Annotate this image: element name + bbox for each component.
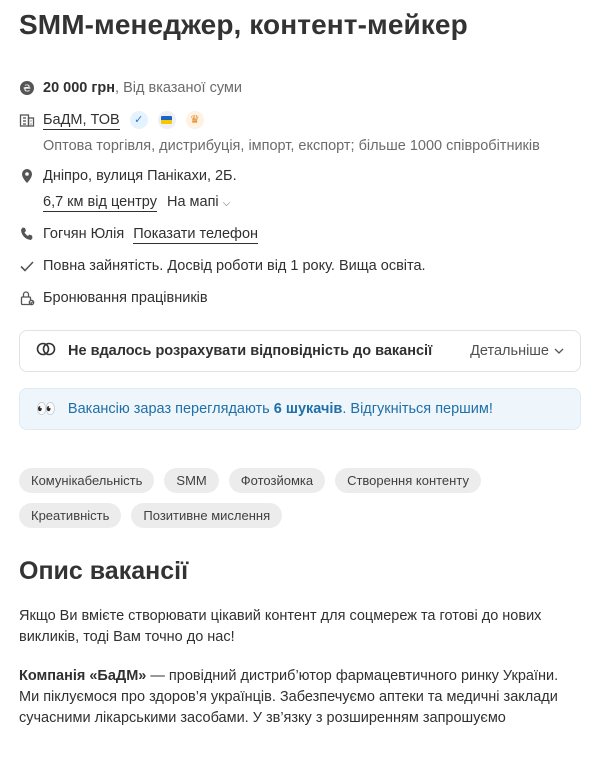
booking-text: Бронювання працівників (43, 290, 208, 306)
check-icon (19, 258, 35, 274)
skill-tag: Позитивне мислення (131, 503, 283, 528)
show-phone-link[interactable]: Показати телефон (133, 226, 259, 244)
booking-row: Бронювання працівників (19, 288, 581, 308)
salary-note: , Від вказаної суми (115, 80, 242, 96)
vacancy-info: ₴ 20 000 грн, Від вказаної суми БаДМ, ТО… (19, 78, 581, 308)
lock-icon (19, 290, 35, 306)
skill-tag: Креативність (19, 503, 122, 528)
skill-tag: SMM (164, 468, 219, 493)
map-label: На мапі (166, 194, 219, 210)
company-description: Оптова торгівля, дистрибуція, імпорт, ек… (43, 138, 540, 154)
conditions-row: Повна зайнятість. Досвід роботи від 1 ро… (19, 256, 581, 276)
match-rings-icon (36, 342, 56, 360)
location-row: Дніпро, вулиця Панікахи, 2Б. (19, 166, 581, 186)
skill-tag: Створення контенту (335, 468, 481, 493)
location-pin-icon (19, 168, 35, 184)
eyes-icon: 👀 (36, 401, 56, 418)
description-body: Якщо Ви вмієте створювати цікавий контен… (19, 606, 581, 729)
chevron-down-icon: ⌵ (222, 198, 231, 209)
viewers-prefix: Вакансію зараз переглядають (67, 401, 274, 417)
skill-tags: Комунікабельність SMM Фотозйомка Створен… (19, 468, 499, 528)
skill-tag: Комунікабельність (19, 468, 155, 493)
viewers-banner: 👀 Вакансію зараз переглядають 6 шукачів.… (19, 388, 581, 430)
company-name-bold: Компанія «БаДМ» (19, 668, 147, 684)
location-links: 6,7 км від центру На мапі ⌵ (43, 192, 581, 214)
contact-row: Гогчян Юлія Показати телефон (19, 224, 581, 244)
salary-amount: 20 000 грн (43, 80, 116, 96)
address-text: Дніпро, вулиця Панікахи, 2Б. (43, 168, 237, 184)
match-panel[interactable]: Не вдалось розрахувати відповідність до … (19, 330, 581, 372)
vacancy-page: SMM-менеджер, контент-мейкер ₴ 20 000 гр… (0, 0, 600, 729)
company-link[interactable]: БаДМ, ТОВ (43, 112, 120, 130)
crown-icon: ♛ (185, 111, 204, 130)
conditions-text: Повна зайнятість. Досвід роботи від 1 ро… (43, 258, 426, 274)
verified-check-icon: ✓ (129, 111, 148, 130)
contact-name: Гогчян Юлія (43, 226, 125, 242)
vacancy-title: SMM-менеджер, контент-мейкер (19, 9, 468, 40)
building-icon (19, 112, 35, 128)
description-heading: Опис вакансії (19, 557, 189, 585)
distance-link[interactable]: 6,7 км від центру (43, 194, 157, 212)
description-paragraph: Компанія «БаДМ» — провідний дистриб’ютор… (19, 666, 581, 729)
skill-tag: Фотозйомка (228, 468, 326, 493)
coin-icon: ₴ (19, 80, 35, 96)
ukraine-flag-icon (157, 111, 176, 130)
match-details-label: Детальніше (470, 343, 549, 359)
salary-row: ₴ 20 000 грн, Від вказаної суми (19, 78, 581, 98)
viewers-suffix: . Відгукніться першим! (342, 401, 493, 417)
match-details-button[interactable]: Детальніше (470, 343, 564, 359)
map-toggle[interactable]: На мапі ⌵ (167, 194, 230, 210)
viewers-count: 6 шукачів (273, 401, 343, 417)
match-text: Не вдалось розрахувати відповідність до … (68, 343, 433, 359)
phone-icon (19, 226, 35, 242)
company-row: БаДМ, ТОВ ✓ ♛ (19, 110, 581, 130)
chevron-down-icon (554, 348, 564, 354)
svg-text:₴: ₴ (23, 84, 31, 95)
description-paragraph: Якщо Ви вмієте створювати цікавий контен… (19, 608, 542, 645)
